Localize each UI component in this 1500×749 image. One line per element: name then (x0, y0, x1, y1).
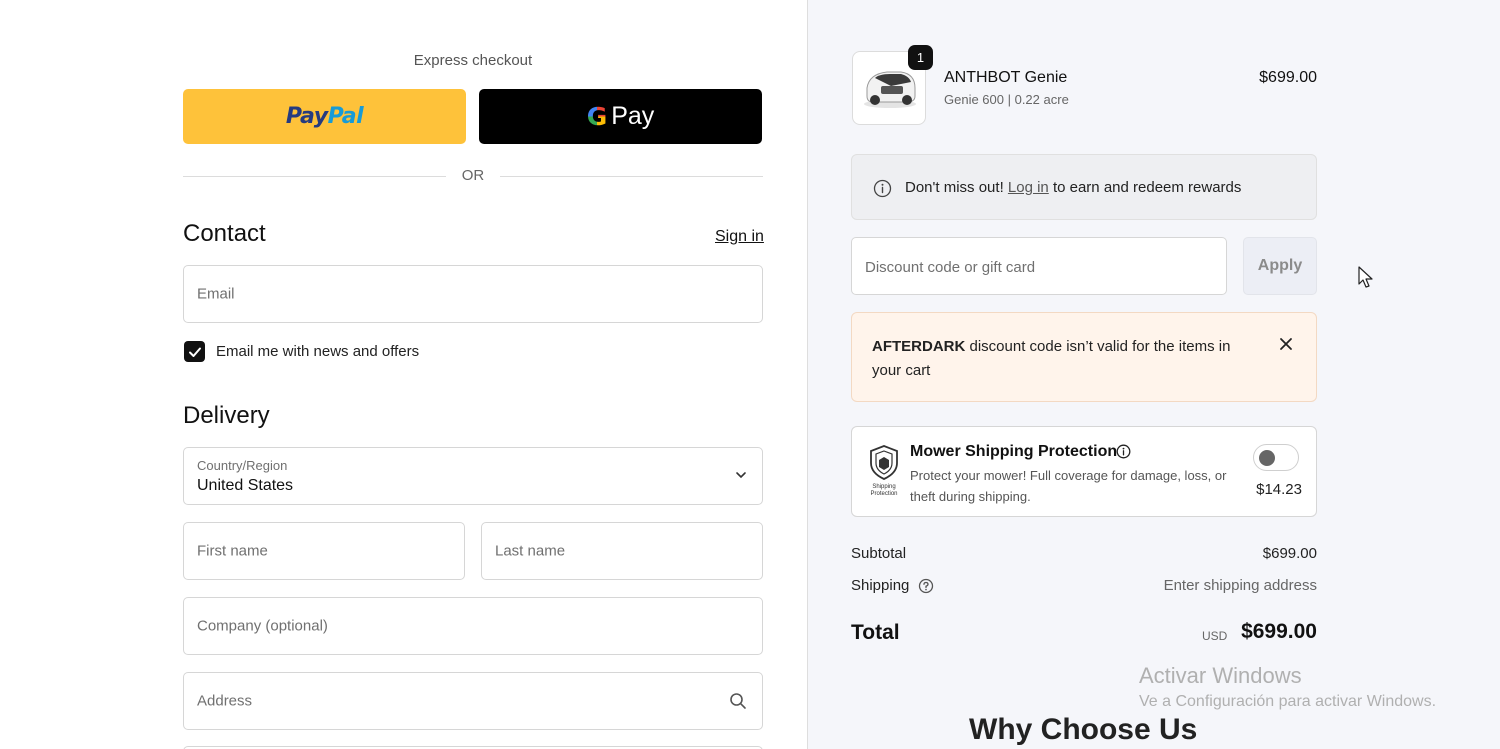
total-value: $699.00 (1241, 620, 1317, 643)
toggle-knob (1259, 450, 1275, 466)
or-label: OR (461, 167, 485, 184)
shipping-value: Enter shipping address (1163, 577, 1317, 594)
paypal-button[interactable]: Pay Pal (183, 89, 466, 144)
discount-placeholder: Discount code or gift card (865, 259, 1036, 276)
mouse-cursor-icon (1358, 266, 1373, 288)
or-divider: OR (183, 166, 763, 188)
contact-heading: Contact (183, 220, 266, 247)
info-icon (873, 179, 892, 198)
address-placeholder: Address (197, 692, 253, 710)
product-price: $699.00 (1259, 69, 1317, 86)
first-name-field[interactable]: First name (183, 522, 465, 580)
last-name-field[interactable]: Last name (481, 522, 763, 580)
express-checkout-title: Express checkout (413, 52, 533, 69)
alert-message: AFTERDARK discount code isn’t valid for … (872, 338, 1231, 379)
newsletter-label: Email me with news and offers (216, 343, 420, 360)
address-field[interactable]: Address (183, 672, 763, 730)
info-icon[interactable] (1116, 444, 1131, 459)
apply-discount-button[interactable]: Apply (1243, 237, 1317, 295)
windows-activation-subtitle: Ve a Configuración para activar Windows. (1139, 693, 1437, 710)
country-label: Country/Region (197, 458, 288, 473)
sign-in-link[interactable]: Sign in (715, 228, 764, 246)
shield-caption-2: Protection (870, 491, 897, 497)
country-select[interactable]: Country/Region United States (183, 447, 763, 505)
subtotal-label: Subtotal (851, 545, 907, 562)
protection-toggle[interactable] (1253, 444, 1299, 471)
discount-code-text: AFTERDARK (872, 338, 966, 355)
newsletter-checkbox[interactable] (184, 341, 205, 362)
why-choose-us-heading: Why Choose Us (969, 713, 1198, 746)
total-label: Total (851, 621, 900, 644)
paypal-logo-pay: Pay (285, 104, 328, 129)
first-name-placeholder: First name (197, 542, 268, 560)
question-icon[interactable] (918, 578, 934, 594)
invalid-discount-alert: AFTERDARK discount code isn’t valid for … (851, 312, 1317, 402)
last-name-placeholder: Last name (495, 542, 566, 560)
protection-price: $14.23 (1256, 481, 1302, 498)
google-pay-button[interactable]: G Pay (479, 89, 762, 144)
shield-caption-1: Shipping (872, 484, 895, 490)
google-pay-label: Pay (611, 102, 655, 130)
delivery-heading: Delivery (183, 402, 270, 429)
protection-title: Mower Shipping Protection (910, 443, 1118, 460)
discount-code-input[interactable]: Discount code or gift card (851, 237, 1227, 295)
checkout-form-column: Express checkout Pay Pal G Pay OR Contact … (0, 0, 807, 749)
shipping-protection-card: Shipping Protection Mower Shipping Prote… (851, 426, 1317, 517)
subtotal-value: $699.00 (1262, 545, 1317, 562)
product-variant: Genie 600 | 0.22 acre (944, 92, 1069, 107)
paypal-logo-pal: Pal (327, 104, 364, 129)
company-field[interactable]: Company (optional) (183, 597, 763, 655)
total-currency: USD (1202, 629, 1228, 643)
email-field[interactable]: Email (183, 265, 763, 323)
windows-activation-title: Activar Windows (1139, 663, 1302, 688)
login-link[interactable]: Log in (1008, 179, 1049, 196)
checkmark-icon (188, 347, 201, 357)
rewards-text: Don't miss out! Log in to earn and redee… (905, 179, 1242, 196)
quantity-badge: 1 (908, 45, 933, 70)
search-icon (730, 693, 746, 709)
email-placeholder: Email (197, 285, 235, 303)
country-value: United States (197, 477, 294, 494)
company-placeholder: Company (optional) (197, 617, 328, 635)
shipping-label: Shipping (851, 577, 910, 594)
google-g-icon: G (586, 102, 608, 131)
shield-icon: Shipping Protection (870, 445, 898, 497)
protection-description: Protect your mower! Full coverage for da… (910, 468, 1227, 504)
close-icon[interactable] (1278, 336, 1294, 352)
chevron-down-icon (736, 472, 746, 479)
rewards-banner: Don't miss out! Log in to earn and redee… (851, 154, 1317, 220)
product-name: ANTHBOT Genie (944, 69, 1068, 86)
robot-mower-image (864, 71, 916, 108)
